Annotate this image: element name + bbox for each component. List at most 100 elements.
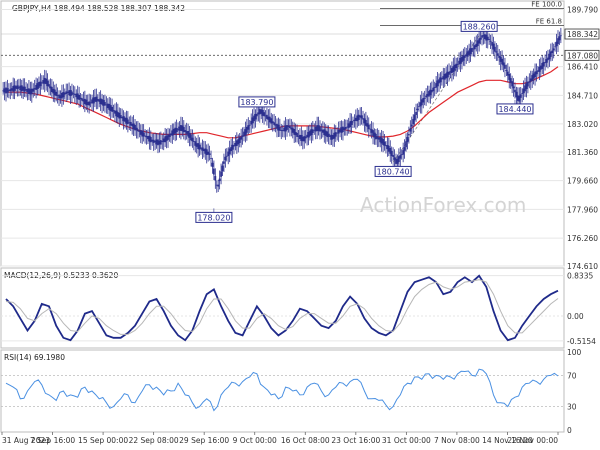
price-candle-body	[552, 48, 555, 51]
macd-tick-label: -0.5154	[567, 337, 596, 346]
price-tick-label: 183.020	[567, 120, 598, 129]
price-candle-body	[223, 161, 225, 164]
fe-level-label: FE 100.0	[531, 1, 562, 9]
price-tick-label: 186.410	[567, 63, 598, 72]
price-candle-body	[212, 168, 215, 175]
price-candle-body	[559, 35, 562, 37]
price-candle-body	[211, 162, 214, 167]
price-candle-body	[504, 64, 506, 69]
date-tick-label: 31 Oct 00:00	[382, 436, 431, 445]
date-tick-label: 7 Nov 08:00	[434, 436, 480, 445]
price-candle-body	[210, 158, 212, 159]
price-candle-body	[403, 147, 406, 151]
price-candle-body	[399, 155, 402, 159]
price-candle-body	[402, 150, 405, 155]
price-tick-label: 189.790	[567, 6, 598, 15]
price-candle-body	[352, 121, 354, 123]
rsi-tick-label: 30	[567, 403, 577, 412]
price-tick-label: 174.610	[567, 262, 598, 271]
macd-tick-label: 0.00	[567, 312, 584, 321]
price-candle-body	[71, 91, 73, 96]
price-tick-label: 176.260	[567, 234, 598, 243]
rsi-tick-label: 0	[567, 426, 572, 435]
price-candle-body	[208, 153, 211, 155]
price-candle-body	[72, 93, 75, 95]
price-candle-body	[159, 140, 162, 145]
annotation-label: 184.440	[498, 105, 531, 114]
price-candle-body	[191, 137, 194, 142]
price-candle-body	[488, 38, 491, 40]
price-candle-body	[16, 85, 19, 90]
price-candle-body	[407, 134, 410, 136]
price-candle-body	[286, 125, 288, 130]
price-candle-body	[392, 155, 395, 157]
price-candle-body	[360, 115, 363, 119]
chart-svg: GBPJPY,H4 188.494 188.528 188.307 188.34…	[0, 0, 600, 450]
price-candle-body	[126, 119, 129, 124]
price-candle-body	[494, 46, 496, 52]
date-tick-label: 16 Oct 08:00	[281, 436, 330, 445]
price-candle-body	[367, 124, 370, 130]
price-tick-label: 177.960	[567, 205, 598, 214]
price-candle-body	[406, 137, 409, 142]
date-tick-label: 22 Sep 08:00	[129, 436, 179, 445]
price-candle-body	[23, 86, 26, 92]
price-panel-title: GBPJPY,H4 188.494 188.528 188.307 188.34…	[12, 4, 185, 13]
rsi-panel-title: RSI(14) 69.1980	[4, 353, 65, 362]
price-candle-body	[221, 165, 224, 172]
price-candle-body	[479, 37, 482, 40]
price-candle-body	[137, 129, 139, 132]
annotation-label: 188.260	[463, 22, 496, 31]
price-candle-body	[413, 114, 416, 121]
price-candle-body	[415, 111, 417, 115]
date-tick-label: 22 Nov 00:00	[507, 436, 558, 445]
annotation-label: 183.790	[240, 98, 273, 107]
price-candle-body	[220, 171, 222, 177]
price-candle-body	[495, 51, 498, 53]
annotation-label: 178.020	[197, 213, 230, 222]
price-tick-label: 184.710	[567, 91, 598, 100]
price-candle-body	[410, 124, 413, 127]
macd-tick-label: 0.8335	[567, 272, 593, 281]
price-tick-label: 179.660	[567, 177, 598, 186]
price-candle-body	[418, 106, 420, 108]
price-candle-body	[319, 126, 321, 132]
price-candle-body	[554, 46, 557, 48]
chart-background	[0, 0, 600, 450]
price-candle-body	[247, 125, 250, 130]
price-candle-body	[551, 50, 554, 53]
price-candle-body	[217, 184, 220, 187]
price-candle-body	[558, 36, 561, 41]
price-candle-body	[496, 53, 499, 56]
price-tick-label: 181.360	[567, 148, 598, 157]
price-candle-body	[416, 108, 419, 111]
price-candle-body	[439, 77, 442, 83]
price-candle-body	[409, 128, 412, 132]
price-tick-label: 188.342	[567, 30, 598, 39]
price-candle-body	[489, 40, 492, 42]
price-candle-body	[528, 81, 531, 83]
date-tick-label: 23 Oct 16:00	[331, 436, 380, 445]
date-tick-label: 9 Oct 00:00	[233, 436, 277, 445]
price-candle-body	[88, 101, 91, 106]
price-candle-body	[214, 176, 217, 181]
price-candle-body	[198, 144, 201, 150]
price-candle-body	[432, 87, 435, 92]
price-candle-body	[512, 86, 515, 89]
watermark: ActionForex.com	[360, 193, 526, 217]
price-candle-body	[423, 97, 426, 99]
rsi-tick-label: 70	[567, 371, 577, 380]
price-candle-body	[471, 47, 473, 52]
price-candle-body	[350, 120, 353, 125]
date-tick-label: 29 Sep 16:00	[179, 436, 229, 445]
price-candle-body	[78, 94, 81, 100]
price-candle-body	[405, 141, 407, 148]
price-candle-body	[248, 124, 251, 126]
price-candle-body	[521, 93, 524, 94]
price-candle-body	[39, 81, 42, 87]
price-candle-body	[511, 81, 514, 87]
price-candle-body	[218, 178, 221, 182]
fe-level-label: FE 61.8	[536, 17, 562, 25]
price-candle-body	[240, 136, 243, 140]
price-tick-label: 187.080	[567, 51, 598, 60]
